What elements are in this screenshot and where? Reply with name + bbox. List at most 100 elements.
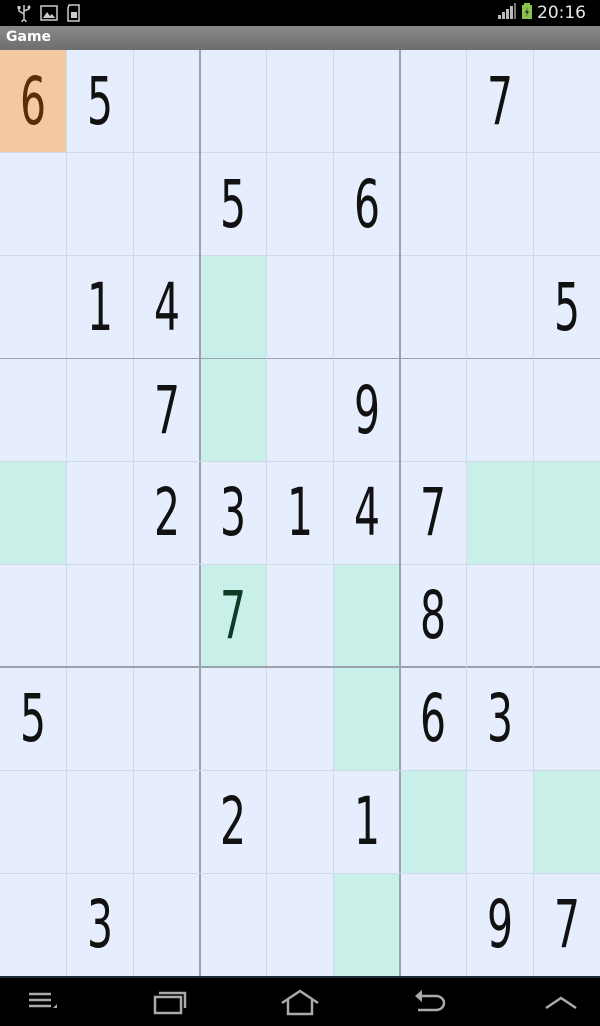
sudoku-cell[interactable] xyxy=(267,564,334,667)
sudoku-cell[interactable] xyxy=(267,359,334,462)
status-notifications xyxy=(16,4,82,26)
sudoku-cell[interactable] xyxy=(466,461,534,565)
sudoku-cell[interactable] xyxy=(67,564,134,667)
sudoku-cell[interactable]: 7 xyxy=(133,359,200,462)
sudoku-cell[interactable] xyxy=(0,873,67,976)
sudoku-cell[interactable]: 7 xyxy=(533,873,600,976)
sudoku-cell[interactable]: 6 xyxy=(400,667,467,770)
sudoku-cell[interactable] xyxy=(133,667,200,770)
sudoku-cell[interactable]: 9 xyxy=(467,873,534,976)
sudoku-cell[interactable] xyxy=(0,153,67,256)
cell-digit: 2 xyxy=(153,474,180,552)
sudoku-cell[interactable] xyxy=(267,873,334,976)
sudoku-cell[interactable]: 3 xyxy=(467,667,534,770)
cell-digit: 5 xyxy=(220,165,247,243)
sudoku-cell[interactable] xyxy=(400,50,467,153)
sudoku-cell[interactable]: 6 xyxy=(0,50,67,153)
sudoku-cell[interactable]: 2 xyxy=(133,462,200,565)
sudoku-cell[interactable]: 7 xyxy=(200,564,267,668)
sudoku-cell[interactable] xyxy=(533,153,600,256)
sudoku-cell[interactable] xyxy=(533,770,600,874)
cell-digit: 5 xyxy=(553,268,580,346)
sudoku-cell[interactable] xyxy=(400,770,467,874)
sudoku-cell[interactable] xyxy=(267,50,334,153)
sudoku-cell[interactable]: 3 xyxy=(200,462,267,565)
sudoku-cell[interactable] xyxy=(467,359,534,462)
sudoku-cell[interactable] xyxy=(133,564,200,667)
sudoku-cell[interactable]: 5 xyxy=(0,667,67,770)
sudoku-cell[interactable] xyxy=(400,153,467,256)
sudoku-board[interactable]: 6575614579231477856321397 xyxy=(0,50,600,976)
sudoku-cell[interactable] xyxy=(67,770,134,873)
gallery-icon xyxy=(40,4,58,26)
sudoku-cell[interactable] xyxy=(467,770,534,873)
sudoku-cell[interactable] xyxy=(0,461,67,565)
sudoku-cell[interactable] xyxy=(400,359,467,462)
sudoku-cell[interactable] xyxy=(200,667,267,770)
sudoku-cell[interactable] xyxy=(0,564,67,667)
cell-divider xyxy=(532,50,534,976)
recent-apps-icon[interactable] xyxy=(150,986,190,1018)
sudoku-cell[interactable]: 4 xyxy=(333,462,400,565)
sudoku-cell[interactable] xyxy=(200,873,267,976)
sudoku-cell[interactable] xyxy=(333,50,400,153)
sudoku-cell[interactable] xyxy=(400,873,467,976)
sudoku-cell[interactable]: 5 xyxy=(533,256,600,359)
menu-icon[interactable] xyxy=(26,986,66,1018)
sudoku-cell[interactable]: 7 xyxy=(467,50,534,153)
sudoku-cell[interactable] xyxy=(533,359,600,462)
sudoku-cell[interactable]: 4 xyxy=(133,256,200,359)
sudoku-cell[interactable]: 8 xyxy=(400,564,467,667)
cell-digit: 7 xyxy=(420,474,447,552)
sudoku-cell[interactable] xyxy=(200,255,267,359)
sudoku-cell[interactable] xyxy=(0,770,67,873)
sudoku-cell[interactable] xyxy=(267,770,334,873)
sudoku-cell[interactable]: 1 xyxy=(333,770,400,873)
sudoku-cell[interactable] xyxy=(67,462,134,565)
sudoku-cell[interactable]: 3 xyxy=(67,873,134,976)
sudoku-cell[interactable] xyxy=(0,359,67,462)
sudoku-cell[interactable]: 5 xyxy=(200,153,267,256)
sudoku-cell[interactable]: 6 xyxy=(333,153,400,256)
sudoku-cell[interactable]: 1 xyxy=(267,462,334,565)
sudoku-cell[interactable] xyxy=(333,564,400,668)
sudoku-cell[interactable] xyxy=(467,564,534,667)
cell-divider xyxy=(0,461,600,463)
cell-digit: 6 xyxy=(20,62,47,140)
sd-card-icon xyxy=(66,4,82,26)
sudoku-cell[interactable] xyxy=(533,667,600,770)
sudoku-cell[interactable] xyxy=(200,358,267,462)
sudoku-cell[interactable] xyxy=(333,873,400,976)
sudoku-cell[interactable] xyxy=(67,153,134,256)
sudoku-cell[interactable] xyxy=(267,153,334,256)
box-divider xyxy=(0,357,600,360)
home-icon[interactable] xyxy=(279,986,319,1018)
sudoku-cell[interactable]: 2 xyxy=(200,770,267,873)
cell-digit: 7 xyxy=(553,886,580,964)
sudoku-cell[interactable] xyxy=(67,359,134,462)
sudoku-cell[interactable]: 9 xyxy=(333,359,400,462)
sudoku-cell[interactable] xyxy=(333,256,400,359)
sudoku-cell[interactable] xyxy=(533,564,600,667)
sudoku-cell[interactable] xyxy=(133,873,200,976)
sudoku-cell[interactable] xyxy=(267,256,334,359)
sudoku-cell[interactable] xyxy=(200,50,267,153)
sudoku-cell[interactable] xyxy=(467,153,534,256)
sudoku-cell[interactable]: 1 xyxy=(67,256,134,359)
cell-digit: 7 xyxy=(220,577,247,655)
sudoku-cell[interactable] xyxy=(0,256,67,359)
sudoku-cell[interactable] xyxy=(467,256,534,359)
sudoku-cell[interactable] xyxy=(133,50,200,153)
sudoku-cell[interactable] xyxy=(133,770,200,873)
sudoku-cell[interactable] xyxy=(133,153,200,256)
sudoku-cell[interactable]: 7 xyxy=(400,462,467,565)
sudoku-cell[interactable] xyxy=(533,50,600,153)
back-icon[interactable] xyxy=(410,986,450,1018)
sudoku-cell[interactable] xyxy=(67,667,134,770)
sudoku-cell[interactable] xyxy=(400,256,467,359)
sudoku-cell[interactable] xyxy=(533,461,600,565)
sudoku-cell[interactable]: 5 xyxy=(67,50,134,153)
sudoku-cell[interactable] xyxy=(267,667,334,770)
up-icon[interactable] xyxy=(541,986,581,1018)
sudoku-cell[interactable] xyxy=(333,667,400,771)
